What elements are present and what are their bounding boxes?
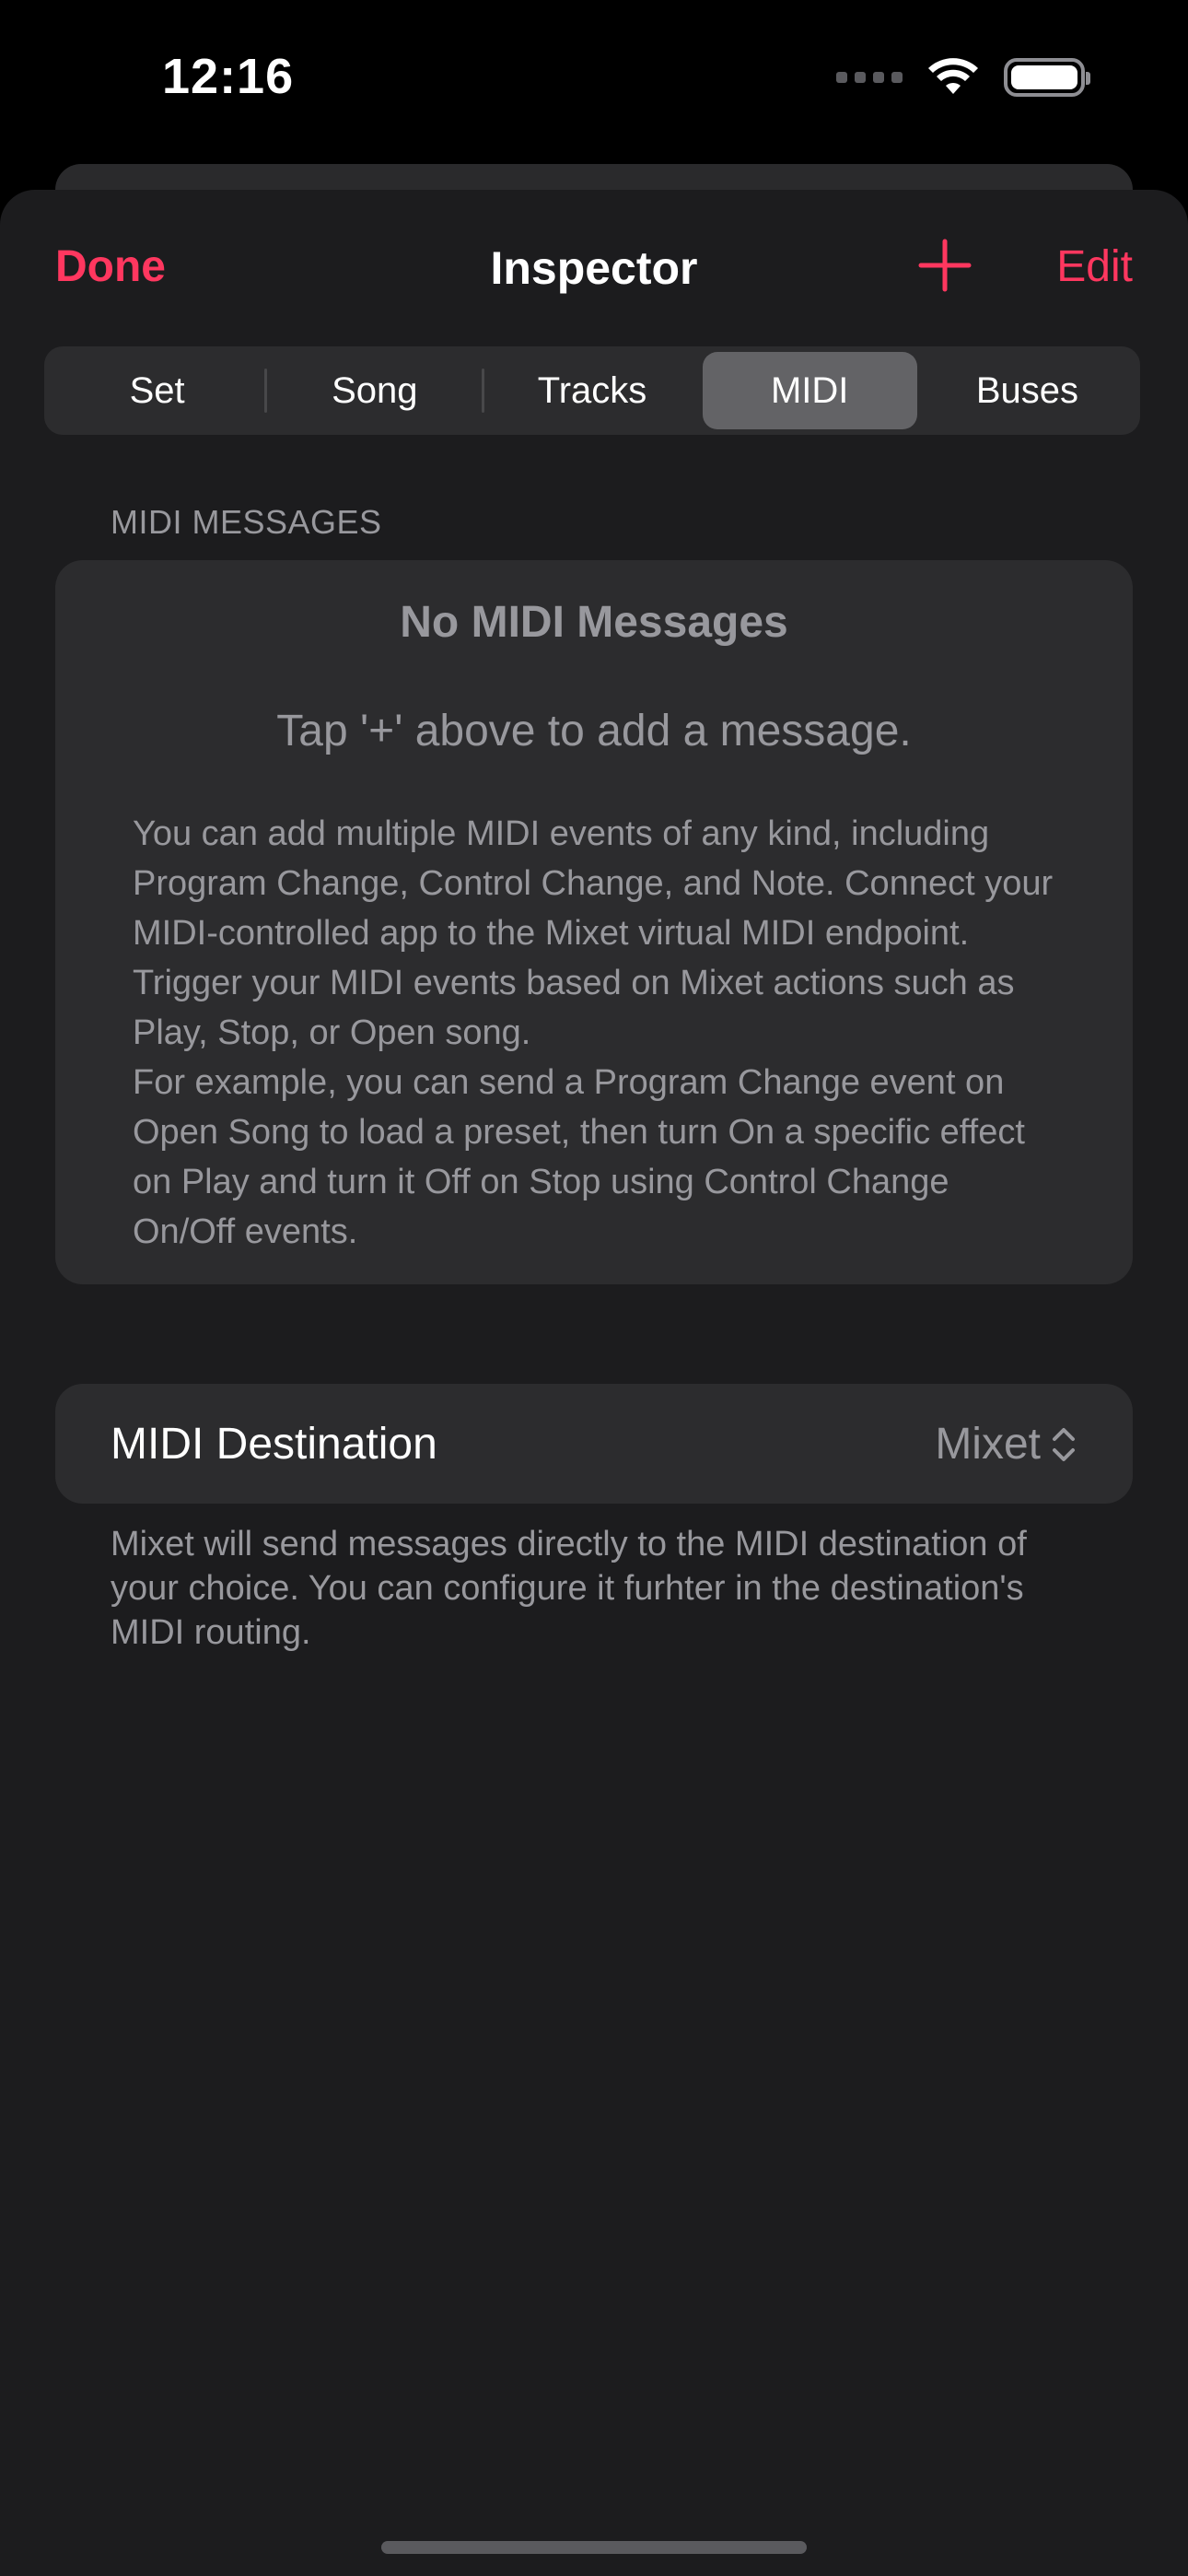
empty-state-title: No MIDI Messages: [400, 598, 788, 647]
home-indicator[interactable]: [381, 2541, 807, 2554]
battery-icon: [1004, 58, 1090, 97]
midi-destination-footer: Mixet will send messages directly to the…: [111, 1525, 1027, 1652]
midi-destination-picker[interactable]: MIDI Destination Mixet: [55, 1384, 1133, 1504]
midi-messages-header: MIDI MESSAGES: [111, 503, 382, 541]
midi-destination-label: MIDI Destination: [111, 1420, 437, 1469]
tab-set[interactable]: Set: [50, 352, 264, 429]
status-time: 12:16: [162, 49, 295, 104]
empty-state-description: You can add multiple MIDI events of any …: [133, 814, 1054, 1251]
tab-midi[interactable]: MIDI: [702, 352, 917, 429]
midi-messages-card: No MIDI Messages Tap '+' above to add a …: [55, 560, 1133, 1284]
page-title: Inspector: [490, 242, 698, 294]
tab-buses[interactable]: Buses: [920, 352, 1135, 429]
tab-tracks[interactable]: Tracks: [484, 352, 699, 429]
plus-icon: [918, 239, 972, 292]
midi-destination-value: Mixet: [935, 1420, 1041, 1469]
tab-song[interactable]: Song: [267, 352, 482, 429]
add-message-button[interactable]: [917, 238, 973, 293]
wifi-icon: [928, 58, 978, 94]
edit-button[interactable]: Edit: [1056, 241, 1133, 292]
inspector-sheet: Done Inspector Edit Set Song Tracks MIDI…: [0, 190, 1188, 2576]
chevron-up-down-icon: [1053, 1428, 1075, 1461]
cellular-signal-icon: [836, 72, 903, 83]
navigation-bar: Done Inspector Edit: [0, 190, 1188, 352]
inspector-tabs: Set Song Tracks MIDI Buses: [44, 346, 1140, 435]
screen: 12:16 Done Inspector Edit Set Song Track…: [0, 0, 1188, 2576]
status-icons: [836, 57, 1090, 98]
empty-state-subtitle: Tap '+' above to add a message.: [276, 707, 912, 755]
